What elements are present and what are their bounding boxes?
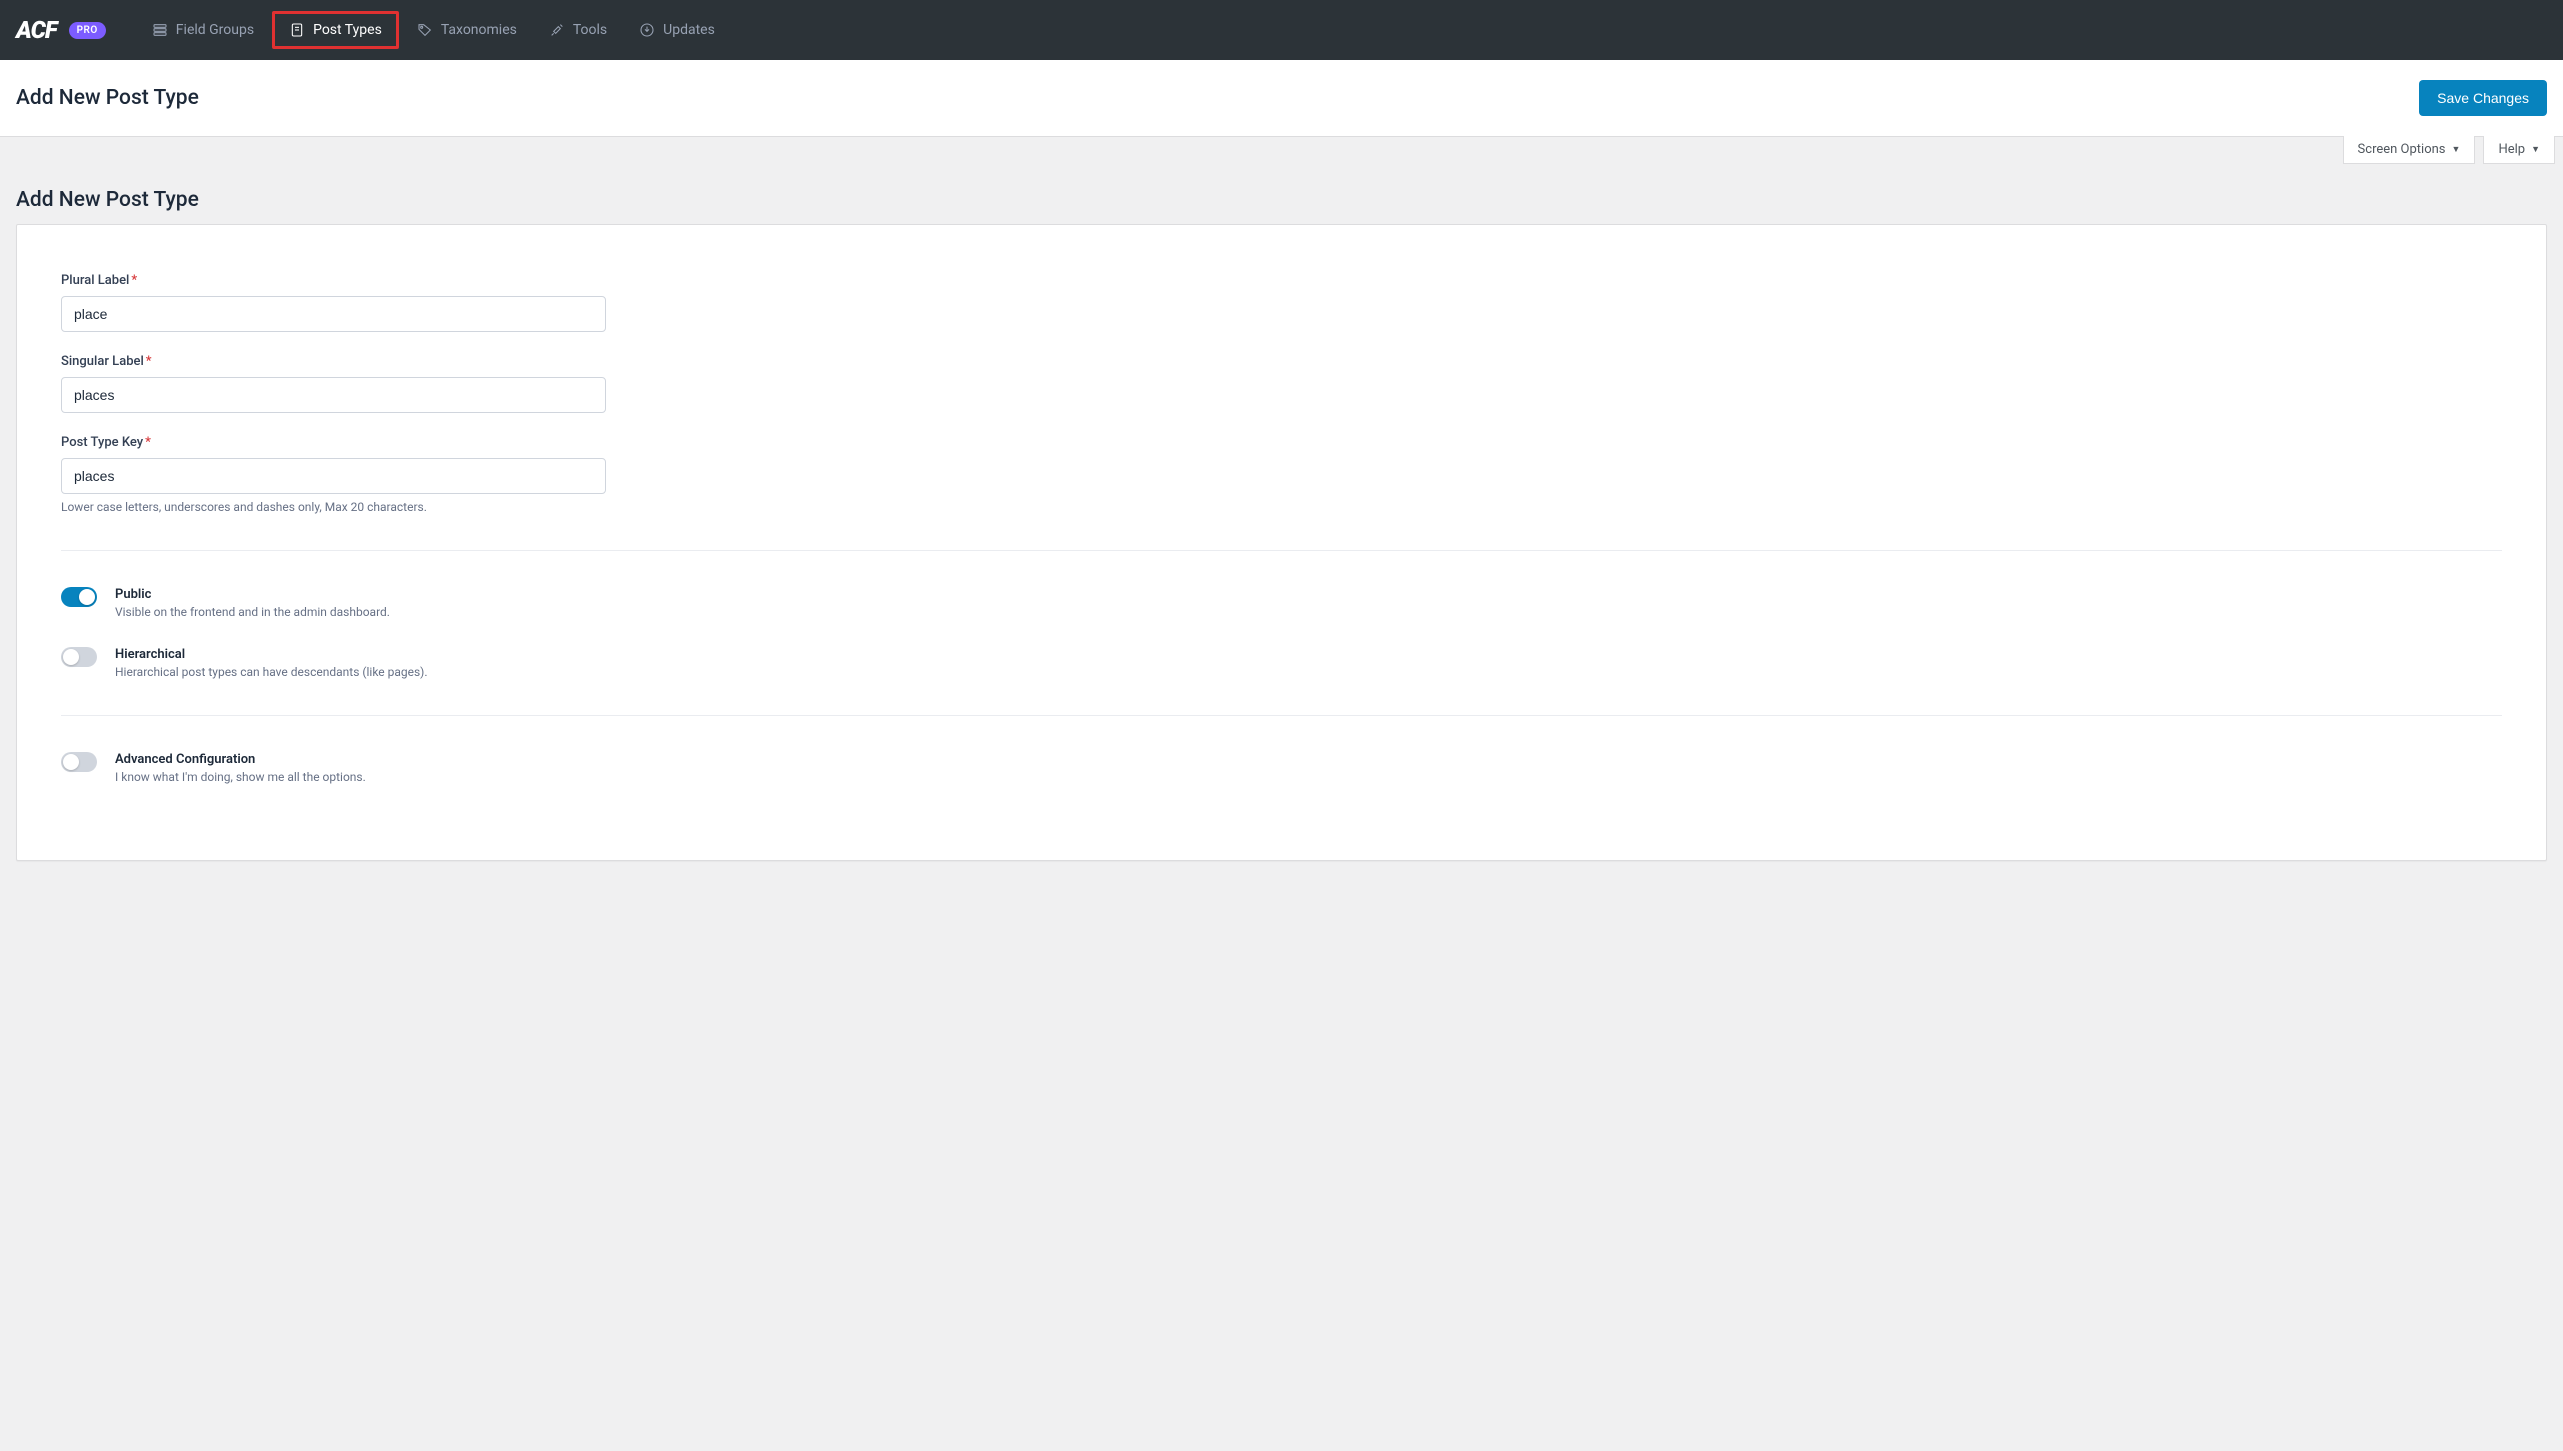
nav-field-groups[interactable]: Field Groups [138,11,268,49]
pro-badge: PRO [69,22,106,39]
toggle-row-hierarchical: Hierarchical Hierarchical post types can… [61,647,2502,679]
page-header: Add New Post Type Save Changes [0,60,2563,137]
screen-options-button[interactable]: Screen Options ▼ [2343,136,2476,164]
tag-icon [417,22,433,38]
field-post-type-key: Post Type Key* Lower case letters, under… [61,435,606,514]
public-title: Public [115,587,390,602]
field-singular-label: Singular Label* [61,354,606,413]
nav-tools[interactable]: Tools [535,11,621,49]
top-nav: ACF PRO Field Groups Post Types Taxonomi… [0,0,2563,60]
tools-icon [549,22,565,38]
hierarchical-toggle[interactable] [61,647,97,667]
nav-post-types[interactable]: Post Types [272,11,399,49]
key-label: Post Type Key* [61,435,606,450]
toggle-row-advanced: Advanced Configuration I know what I'm d… [61,752,2502,784]
key-help-text: Lower case letters, underscores and dash… [61,500,606,514]
screen-options-label: Screen Options [2358,142,2446,157]
singular-label: Singular Label* [61,354,606,369]
save-button[interactable]: Save Changes [2419,80,2547,116]
advanced-desc: I know what I'm doing, show me all the o… [115,770,366,784]
nav-label: Taxonomies [441,22,517,38]
document-icon [289,22,305,38]
divider [61,715,2502,716]
page-title: Add New Post Type [16,86,199,110]
key-input[interactable] [61,458,606,494]
download-icon [639,22,655,38]
public-toggle[interactable] [61,587,97,607]
hierarchical-title: Hierarchical [115,647,428,662]
singular-input[interactable] [61,377,606,413]
field-plural-label: Plural Label* [61,273,606,332]
plural-input[interactable] [61,296,606,332]
brand-logo: ACF [16,16,57,44]
plural-label: Plural Label* [61,273,606,288]
nav-label: Post Types [313,22,382,38]
nav-label: Tools [573,22,607,38]
help-button[interactable]: Help ▼ [2483,136,2555,164]
nav-label: Field Groups [176,22,254,38]
chevron-down-icon: ▼ [2531,144,2540,155]
content-heading: Add New Post Type [0,164,2563,224]
divider [61,550,2502,551]
nav-taxonomies[interactable]: Taxonomies [403,11,531,49]
hierarchical-desc: Hierarchical post types can have descend… [115,665,428,679]
toggle-row-public: Public Visible on the frontend and in th… [61,587,2502,619]
form-card: Plural Label* Singular Label* Post Type … [16,224,2547,861]
help-label: Help [2498,142,2525,157]
advanced-title: Advanced Configuration [115,752,366,767]
list-icon [152,22,168,38]
public-desc: Visible on the frontend and in the admin… [115,605,390,619]
advanced-toggle[interactable] [61,752,97,772]
nav-updates[interactable]: Updates [625,11,729,49]
nav-label: Updates [663,22,715,38]
chevron-down-icon: ▼ [2452,144,2461,155]
sub-toolbar: Screen Options ▼ Help ▼ [0,136,2563,164]
